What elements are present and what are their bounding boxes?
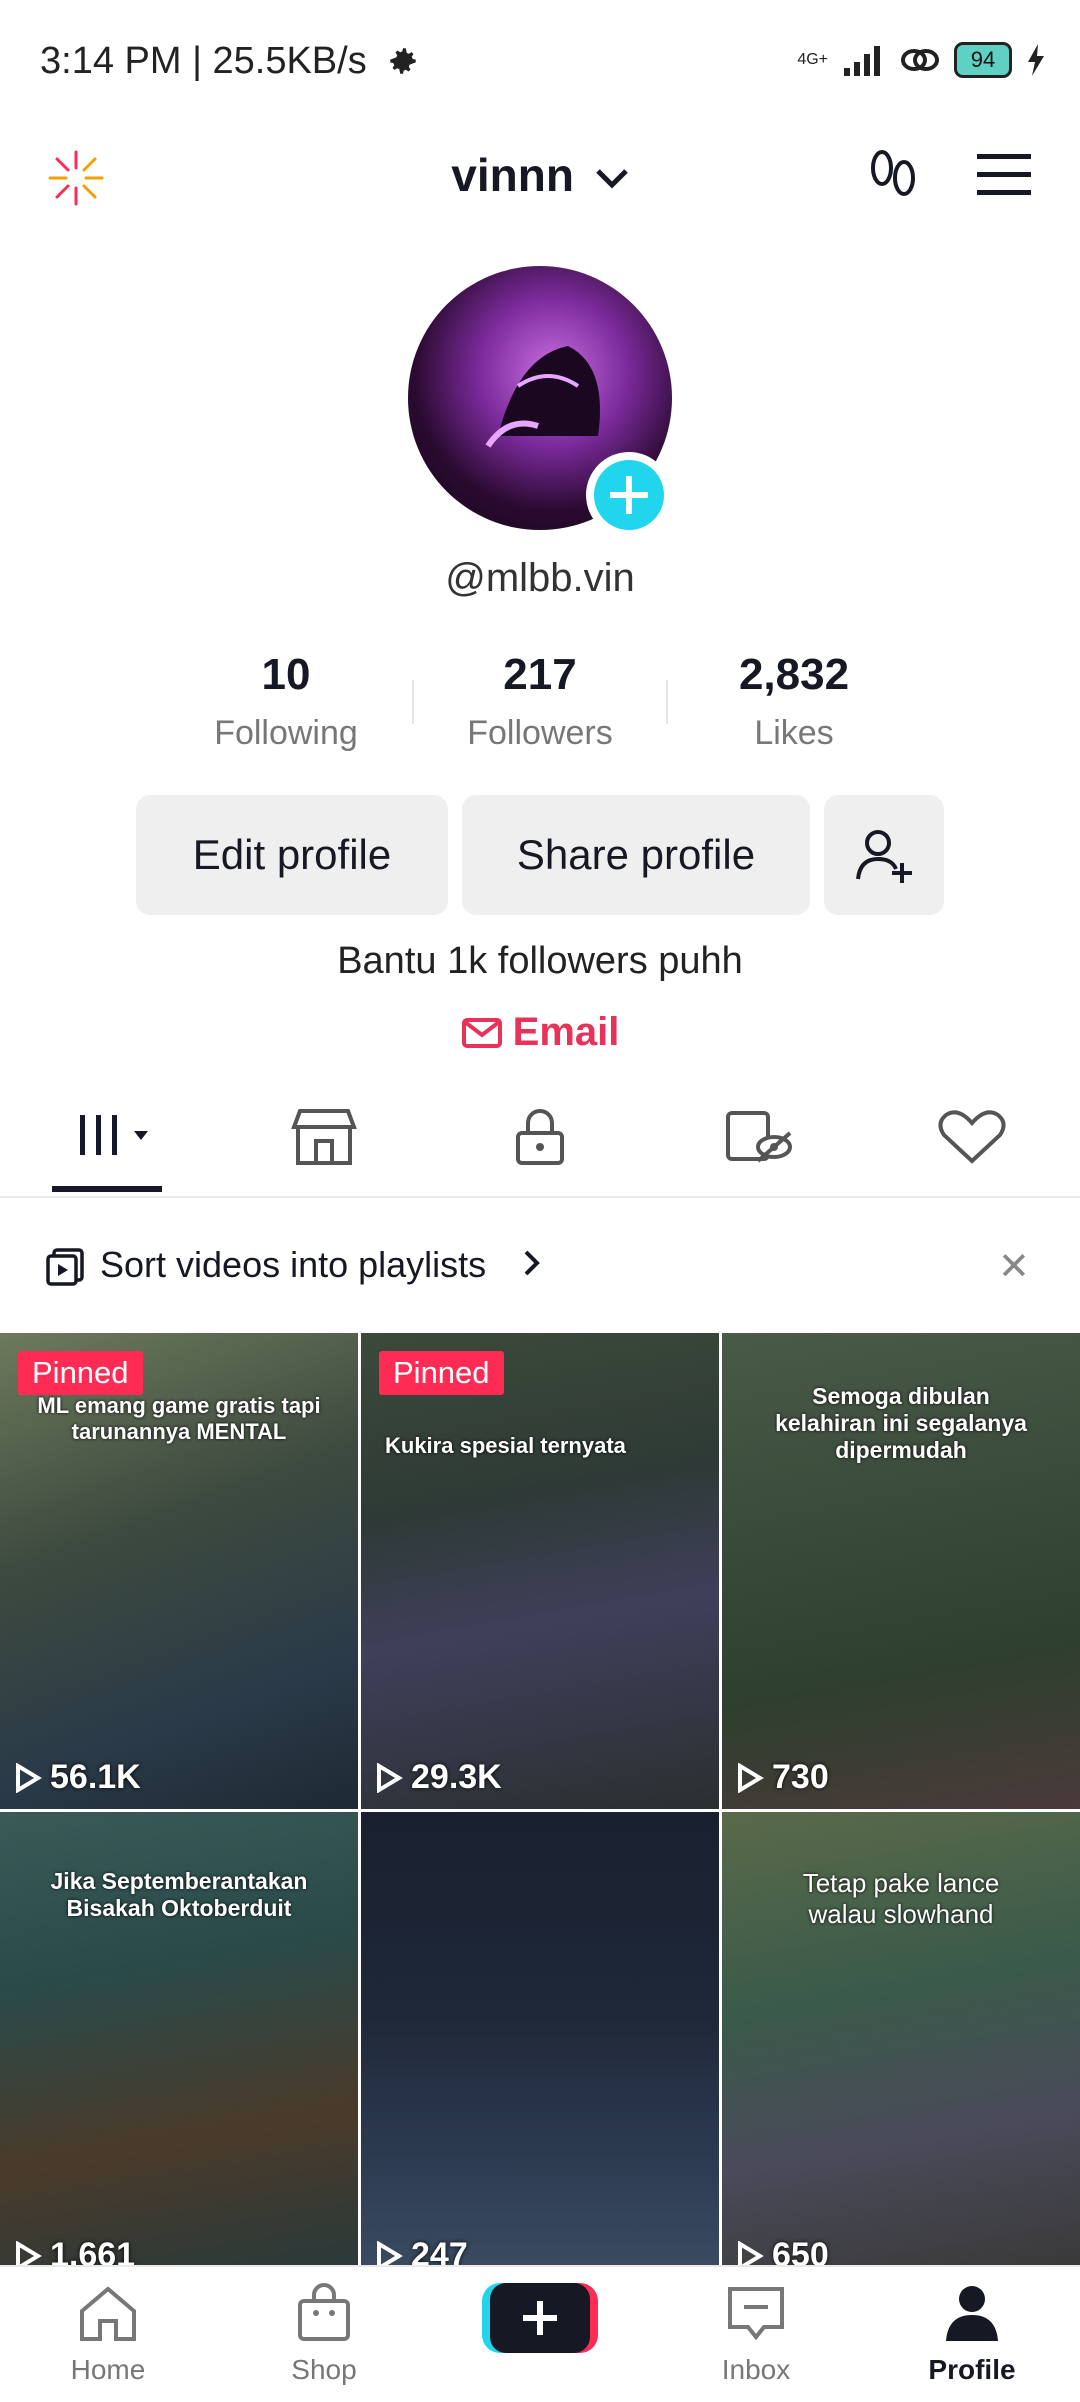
playlist-banner[interactable]: Sort videos into playlists ✕ (0, 1198, 1080, 1328)
play-icon (377, 1762, 403, 1793)
view-count-value: 56.1K (50, 1758, 141, 1796)
shopping-bag-icon (298, 2283, 350, 2341)
view-count: 56.1K (14, 1758, 141, 1797)
stat-label: Following (214, 714, 358, 752)
tab-reposts[interactable] (718, 1107, 798, 1167)
pinned-badge: Pinned (18, 1351, 143, 1395)
signal-icon (844, 46, 880, 76)
video-caption: ML emang game gratis tapi tarunannya MEN… (37, 1393, 321, 1444)
add-user-icon (856, 830, 912, 883)
nav-shop[interactable]: Shop (254, 2283, 394, 2386)
link-icon (901, 49, 939, 71)
play-icon (377, 2240, 403, 2265)
home-icon (80, 2286, 136, 2341)
status-time: 3:14 PM | 25.5KB/s (40, 40, 367, 82)
bottom-nav: Home Shop Inbox Profile (0, 2265, 1080, 2402)
username-label: vinnn (451, 149, 574, 201)
view-count-value: 29.3K (411, 1758, 502, 1796)
nav-label: Profile (928, 2354, 1016, 2385)
view-count: 730 (736, 1758, 829, 1797)
video-caption: Kukira spesial ternyata (385, 1433, 626, 1458)
profile-icon (946, 2286, 998, 2341)
tab-private[interactable] (500, 1107, 580, 1167)
stat-following[interactable]: 10 Following (156, 650, 416, 753)
add-friends-button[interactable] (824, 795, 944, 915)
gear-icon (390, 48, 416, 74)
video-caption: Tetap pake lance walau slowhand (802, 1868, 1000, 1929)
mail-icon (461, 1018, 502, 1048)
nav-label: Inbox (721, 2354, 791, 2385)
profile-bio: Bantu 1k followers puhh (337, 940, 743, 982)
play-icon (16, 2240, 42, 2265)
view-count-value: 1,661 (50, 2236, 136, 2265)
video-grid: Pinned ML emang game gratis tapi tarunan… (0, 1333, 1080, 2265)
nav-label: Home (70, 2354, 146, 2385)
video-tile[interactable]: Pinned ML emang game gratis tapi tarunan… (0, 1333, 358, 1809)
view-count: 650 (736, 2236, 829, 2265)
create-button[interactable] (482, 2281, 598, 2355)
playlist-banner-text: Sort videos into playlists (100, 1244, 487, 1285)
playlist-icon (46, 1248, 84, 1286)
view-count-value: 650 (772, 2236, 829, 2265)
status-bar: 3:14 PM | 25.5KB/s 4G+ 94 (0, 0, 1080, 130)
tab-videos[interactable] (76, 1107, 156, 1167)
network-label: 4G+ (797, 51, 828, 68)
email-label: Email (512, 1010, 620, 1054)
view-count-value: 247 (411, 2236, 468, 2265)
nav-profile[interactable]: Profile (902, 2283, 1042, 2386)
footprints-icon[interactable] (860, 144, 924, 208)
active-tab-indicator (52, 1186, 162, 1192)
profile-stats: 10 Following 217 Followers 2,832 Likes (0, 650, 1080, 760)
video-tile[interactable]: Pinned Kukira spesial ternyata 29.3K (361, 1333, 719, 1809)
view-count: 29.3K (375, 1758, 502, 1797)
video-tile[interactable]: Semoga dibulan kelahiran ini segalanya d… (722, 1333, 1080, 1809)
video-tile[interactable]: Tetap pake lance walau slowhand 650 (722, 1812, 1080, 2265)
play-icon (738, 2240, 764, 2265)
video-tile[interactable]: Jika Septemberantakan Bisakah Oktoberdui… (0, 1812, 358, 2265)
view-count: 1,661 (14, 2236, 135, 2265)
chevron-down-icon (595, 169, 628, 189)
content-tabs (0, 1095, 1080, 1195)
stat-value: 10 (261, 650, 311, 699)
stat-followers[interactable]: 217 Followers (410, 650, 670, 753)
stat-label: Likes (754, 714, 834, 752)
view-count: 247 (375, 2236, 468, 2265)
profile-header: vinnn (0, 130, 1080, 230)
share-profile-button[interactable]: Share profile (462, 795, 810, 915)
menu-icon[interactable] (975, 150, 1033, 200)
edit-profile-button[interactable]: Edit profile (136, 795, 448, 915)
video-caption: Jika Septemberantakan Bisakah Oktoberdui… (50, 1868, 308, 1921)
play-icon (16, 1762, 42, 1793)
stat-value: 217 (503, 650, 577, 699)
avatar-image (485, 346, 600, 448)
email-link[interactable]: Email (0, 1010, 1080, 1055)
view-count-value: 730 (772, 1758, 829, 1796)
video-tile[interactable]: 247 (361, 1812, 719, 2265)
profile-handle: @mlbb.vin (445, 556, 635, 600)
battery-icon: 94 (954, 42, 1012, 78)
nav-home[interactable]: Home (38, 2283, 178, 2386)
add-avatar-button[interactable] (586, 452, 672, 538)
stat-value: 2,832 (738, 650, 850, 699)
nav-inbox[interactable]: Inbox (686, 2283, 826, 2386)
tab-shop[interactable] (284, 1107, 364, 1167)
stat-label: Followers (467, 714, 613, 752)
chevron-right-icon (524, 1250, 540, 1276)
pinned-badge: Pinned (379, 1351, 504, 1395)
stat-likes[interactable]: 2,832 Likes (664, 650, 924, 753)
inbox-icon (728, 2287, 784, 2341)
video-caption: Semoga dibulan kelahiran ini segalanya d… (775, 1383, 1027, 1463)
tab-liked[interactable] (932, 1107, 1012, 1167)
close-icon[interactable]: ✕ (998, 1244, 1030, 1289)
nav-label: Shop (291, 2354, 357, 2385)
play-icon (738, 1762, 764, 1793)
charging-icon (1028, 44, 1044, 76)
plus-icon (610, 476, 648, 514)
